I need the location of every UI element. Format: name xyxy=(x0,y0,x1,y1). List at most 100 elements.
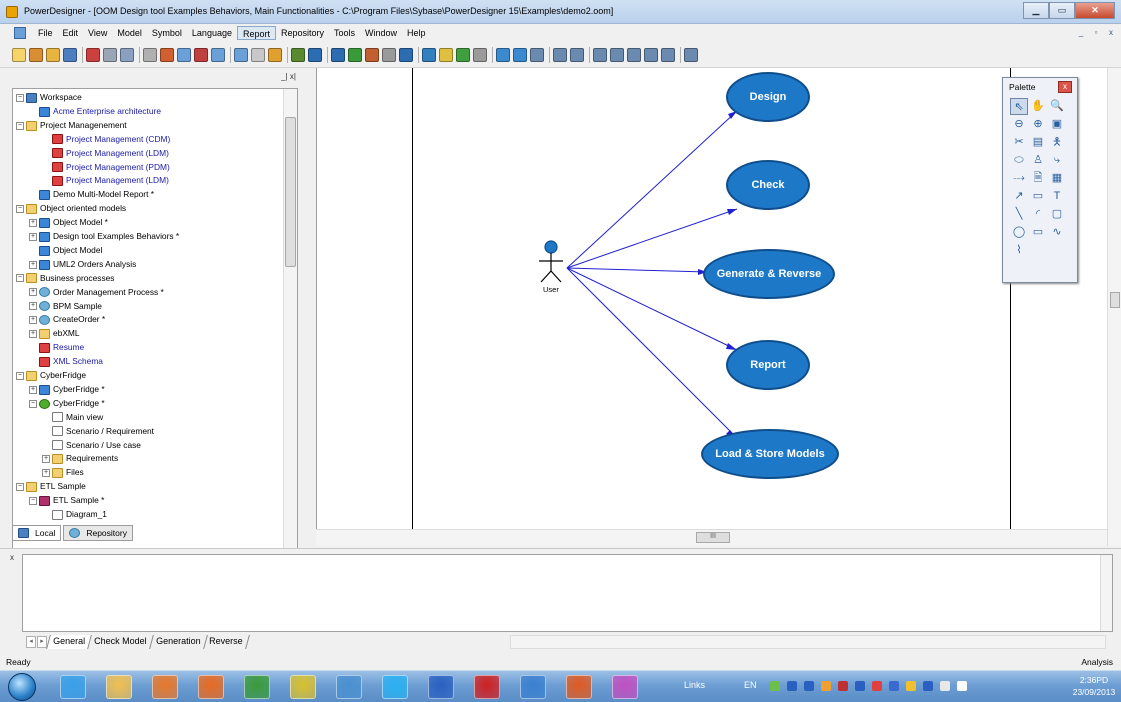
menu-model[interactable]: Model xyxy=(112,26,147,40)
diagram-canvas[interactable]: User Design Check Generate & Reverse Rep… xyxy=(316,68,1114,529)
impact-icon[interactable] xyxy=(382,48,396,62)
tree-item[interactable]: Project Management (LDM) xyxy=(42,174,169,188)
check-model-icon[interactable] xyxy=(308,48,322,62)
tray-icon[interactable] xyxy=(889,681,899,691)
ellipse-icon[interactable]: ◯ xyxy=(1010,224,1028,241)
view-icon[interactable] xyxy=(530,48,544,62)
skype-icon[interactable] xyxy=(382,675,408,699)
undo-icon[interactable] xyxy=(211,48,225,62)
tree-item[interactable]: + Object Model * xyxy=(29,216,108,230)
tree-item[interactable]: Demo Multi-Model Report * xyxy=(29,188,154,202)
menu-symbol[interactable]: Symbol xyxy=(147,26,187,40)
tree-item[interactable]: Main view xyxy=(42,411,103,425)
menu-repository[interactable]: Repository xyxy=(276,26,329,40)
tree-item[interactable]: Diagram_1 xyxy=(42,508,107,522)
menu-tools[interactable]: Tools xyxy=(329,26,360,40)
report-icon[interactable] xyxy=(365,48,379,62)
menu-window[interactable]: Window xyxy=(360,26,402,40)
output-tab-general[interactable]: General xyxy=(46,635,92,649)
tray-icon[interactable] xyxy=(804,681,814,691)
generate-icon[interactable] xyxy=(331,48,345,62)
tray-icon[interactable] xyxy=(906,681,916,691)
mdi-close-button[interactable]: x xyxy=(1105,27,1117,39)
document-icon[interactable] xyxy=(14,27,26,39)
start-button[interactable] xyxy=(8,673,36,701)
firefox-icon[interactable] xyxy=(198,675,224,699)
realize-icon[interactable]: ⤏ xyxy=(1010,170,1028,187)
association-line[interactable] xyxy=(566,110,738,269)
save-all-icon[interactable] xyxy=(86,48,100,62)
expand-icon[interactable]: + xyxy=(29,232,37,241)
zoom-in-icon[interactable]: 🔍 xyxy=(1048,98,1066,115)
use-case-check[interactable]: Check xyxy=(726,160,810,210)
menu-report[interactable]: Report xyxy=(236,26,276,40)
tray-icon[interactable] xyxy=(770,681,780,691)
collapse-icon[interactable]: − xyxy=(16,93,24,102)
output-tab-generation[interactable]: Generation xyxy=(149,635,207,649)
arc-icon[interactable]: ◜ xyxy=(1029,206,1047,223)
close-button[interactable]: ✕ xyxy=(1075,2,1115,19)
tree-item[interactable]: Project Management (CDM) xyxy=(42,133,170,147)
tree-item[interactable]: + ebXML xyxy=(29,327,80,341)
tray-icon[interactable] xyxy=(872,681,882,691)
tree-item[interactable]: Resume xyxy=(29,341,84,355)
open-folder-icon[interactable] xyxy=(29,48,43,62)
dependency-icon[interactable]: ⤷ xyxy=(1048,152,1066,169)
text-icon[interactable]: T xyxy=(1048,188,1066,205)
tree-item[interactable]: + UML2 Orders Analysis xyxy=(29,258,136,272)
new-icon[interactable] xyxy=(12,48,26,62)
rounded-icon[interactable]: ▭ xyxy=(1029,188,1047,205)
tree-item[interactable]: Acme Enterprise architecture xyxy=(29,105,161,119)
tree-item[interactable]: − Workspace xyxy=(16,91,82,105)
view-icon[interactable] xyxy=(661,48,675,62)
expand-icon[interactable]: + xyxy=(29,330,37,339)
tree-item[interactable]: + Files xyxy=(42,466,84,480)
arrow-icon[interactable] xyxy=(513,48,527,62)
powerdesigner-icon[interactable] xyxy=(290,675,316,699)
font-icon[interactable] xyxy=(456,48,470,62)
expand-icon[interactable]: + xyxy=(29,288,37,297)
link-icon[interactable] xyxy=(496,48,510,62)
table-icon[interactable] xyxy=(399,48,413,62)
polygon-icon[interactable]: ⌇ xyxy=(1010,242,1028,259)
tray-icon[interactable] xyxy=(957,681,967,691)
tree-item[interactable]: + Order Management Process * xyxy=(29,286,164,300)
tray-icon[interactable] xyxy=(855,681,865,691)
tray-icon[interactable] xyxy=(787,681,797,691)
properties-icon[interactable]: ▣ xyxy=(1048,116,1066,133)
output-close-button[interactable]: x xyxy=(10,553,14,562)
line-icon[interactable]: ╲ xyxy=(1010,206,1028,223)
tray-icon[interactable] xyxy=(923,681,933,691)
canvas-vertical-scrollbar[interactable] xyxy=(1107,68,1121,546)
delete-icon[interactable] xyxy=(194,48,208,62)
text-style-icon[interactable] xyxy=(439,48,453,62)
output-tab-check-model[interactable]: Check Model xyxy=(88,635,154,649)
cut-icon[interactable]: ✂ xyxy=(1010,134,1028,151)
menu-help[interactable]: Help xyxy=(402,26,431,40)
redo-icon[interactable] xyxy=(234,48,248,62)
tree-scroll-thumb[interactable] xyxy=(285,117,296,267)
menu-file[interactable]: File xyxy=(33,26,58,40)
paste-icon[interactable] xyxy=(177,48,191,62)
view-icon[interactable] xyxy=(570,48,584,62)
expand-icon[interactable]: + xyxy=(29,316,37,325)
tab-next-icon[interactable]: ▸ xyxy=(37,636,47,648)
excel-icon[interactable] xyxy=(244,675,270,699)
actor-figure[interactable] xyxy=(539,240,563,283)
use-case-generate-reverse[interactable]: Generate & Reverse xyxy=(703,249,835,299)
grabber-icon[interactable]: ✋ xyxy=(1029,98,1047,115)
print-preview-icon[interactable] xyxy=(103,48,117,62)
zoom-out-icon[interactable]: ⊖ xyxy=(1010,116,1028,133)
navigate-icon[interactable] xyxy=(268,48,282,62)
view-icon[interactable] xyxy=(593,48,607,62)
tree-item[interactable]: Object Model xyxy=(29,244,102,258)
object-browser-tree[interactable]: − Workspace Acme Enterprise architecture − P… xyxy=(12,88,298,588)
tree-item[interactable]: Scenario / Use case xyxy=(42,439,141,453)
tree-item[interactable]: + Design tool Examples Behaviors * xyxy=(29,230,179,244)
collapse-icon[interactable]: − xyxy=(16,204,24,213)
association-line[interactable] xyxy=(566,208,738,269)
acrobat-icon[interactable] xyxy=(474,675,500,699)
link-icon[interactable]: ↗ xyxy=(1010,188,1028,205)
expand-icon[interactable]: + xyxy=(29,218,37,227)
canvas-hscroll-thumb[interactable]: III xyxy=(696,532,730,543)
